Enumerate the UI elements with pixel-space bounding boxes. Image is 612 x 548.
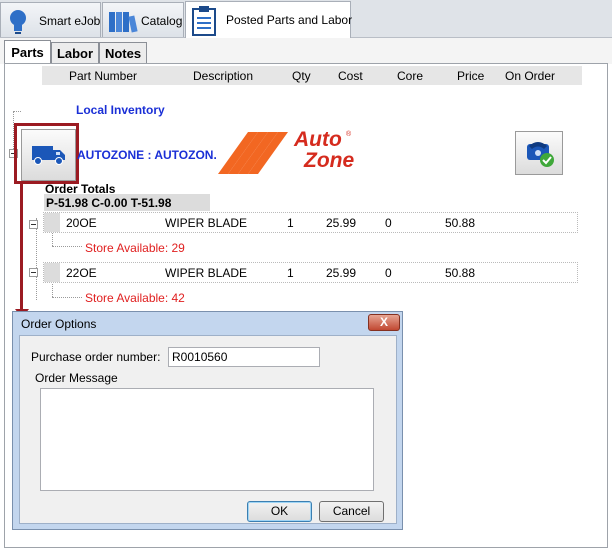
tab-notes[interactable]: Notes: [99, 42, 147, 63]
vendor-name[interactable]: AUTOZONE : AUTOZON...: [77, 148, 217, 162]
tab-parts[interactable]: Parts: [4, 40, 51, 64]
row-indicator: [44, 263, 60, 282]
tab-catalog[interactable]: Catalog: [102, 2, 184, 37]
order-options-dialog: Order Options X Purchase order number: O…: [12, 311, 403, 530]
cell-core: 0: [385, 266, 392, 280]
cell-cost: 25.99: [326, 266, 357, 280]
tab-catalog-label: Catalog: [141, 14, 183, 28]
order-message-textarea[interactable]: [40, 388, 374, 491]
cell-core: 0: [385, 216, 392, 230]
close-icon[interactable]: X: [368, 314, 400, 331]
call-store-button[interactable]: [515, 131, 563, 175]
order-totals-label: Order Totals: [45, 182, 116, 196]
tree-line: [52, 232, 53, 246]
col-core[interactable]: Core: [397, 69, 423, 83]
tab-posted-parts-labor-label: Posted Parts and Labor: [226, 13, 353, 27]
tree-line: [52, 246, 82, 247]
tree-line: [52, 297, 82, 298]
part-2-expander[interactable]: [29, 268, 38, 277]
tab-labor[interactable]: Labor: [51, 42, 99, 63]
callout-arrow-line: [20, 184, 23, 311]
store-availability: Store Available: 29: [85, 241, 185, 255]
tab-smart-ejob-label: Smart eJob: [39, 14, 101, 28]
cell-cost: 25.99: [326, 216, 357, 230]
lightbulb-icon: [7, 9, 29, 35]
sub-tab-bar: Parts Labor Notes: [0, 38, 612, 64]
table-row[interactable]: 20OE WIPER BLADE 1 25.99 0 50.88: [43, 212, 578, 233]
autozone-trademark: ®: [346, 131, 352, 138]
tab-parts-label: Parts: [11, 45, 44, 60]
tree-line: [13, 111, 21, 112]
tab-smart-ejob[interactable]: Smart eJob: [0, 2, 101, 37]
cell-qty: 1: [287, 266, 294, 280]
col-description[interactable]: Description: [193, 69, 253, 83]
col-price[interactable]: Price: [457, 69, 484, 83]
cell-qty: 1: [287, 216, 294, 230]
po-number-label: Purchase order number:: [31, 350, 161, 364]
cell-price: 50.88: [445, 216, 476, 230]
tab-notes-label: Notes: [104, 45, 142, 61]
tab-labor-label: Labor: [56, 45, 94, 61]
table-row[interactable]: 22OE WIPER BLADE 1 25.99 0 50.88: [43, 262, 578, 283]
catalog-books-icon: [108, 10, 138, 34]
local-inventory-label[interactable]: Local Inventory: [76, 103, 165, 117]
dialog-body: Purchase order number: Order Message OK …: [19, 335, 397, 524]
store-availability: Store Available: 42: [85, 291, 185, 305]
cell-description: WIPER BLADE: [165, 266, 248, 280]
callout-highlight-box: [14, 123, 79, 184]
cell-description: WIPER BLADE: [165, 216, 248, 230]
phone-check-icon: [525, 138, 555, 168]
part-1-expander[interactable]: [29, 220, 38, 229]
column-header: Part Number Description Qty Cost Core Pr…: [42, 66, 582, 85]
cell-part-number: 20OE: [66, 216, 97, 230]
autozone-logo: Auto Zone ®: [216, 128, 356, 176]
autozone-logo-text-2: Zone: [304, 149, 355, 172]
dialog-title: Order Options: [21, 317, 97, 331]
cell-price: 50.88: [445, 266, 476, 280]
clipboard-list-icon: [191, 6, 217, 36]
ok-button[interactable]: OK: [247, 501, 312, 522]
col-cost[interactable]: Cost: [338, 69, 363, 83]
col-qty[interactable]: Qty: [292, 69, 311, 83]
col-on-order[interactable]: On Order: [505, 69, 555, 83]
cancel-button[interactable]: Cancel: [319, 501, 384, 522]
order-message-label: Order Message: [35, 371, 118, 385]
cell-part-number: 22OE: [66, 266, 97, 280]
col-part-number[interactable]: Part Number: [69, 69, 137, 83]
po-number-input[interactable]: [168, 347, 320, 367]
top-tab-bar: Smart eJob Catalog Posted Parts and Labo…: [0, 0, 612, 38]
tab-posted-parts-labor[interactable]: Posted Parts and Labor: [185, 1, 353, 38]
order-totals-summary: P-51.98 C-0.00 T-51.98: [46, 196, 172, 210]
tree-line: [36, 218, 37, 300]
row-indicator: [44, 213, 60, 232]
